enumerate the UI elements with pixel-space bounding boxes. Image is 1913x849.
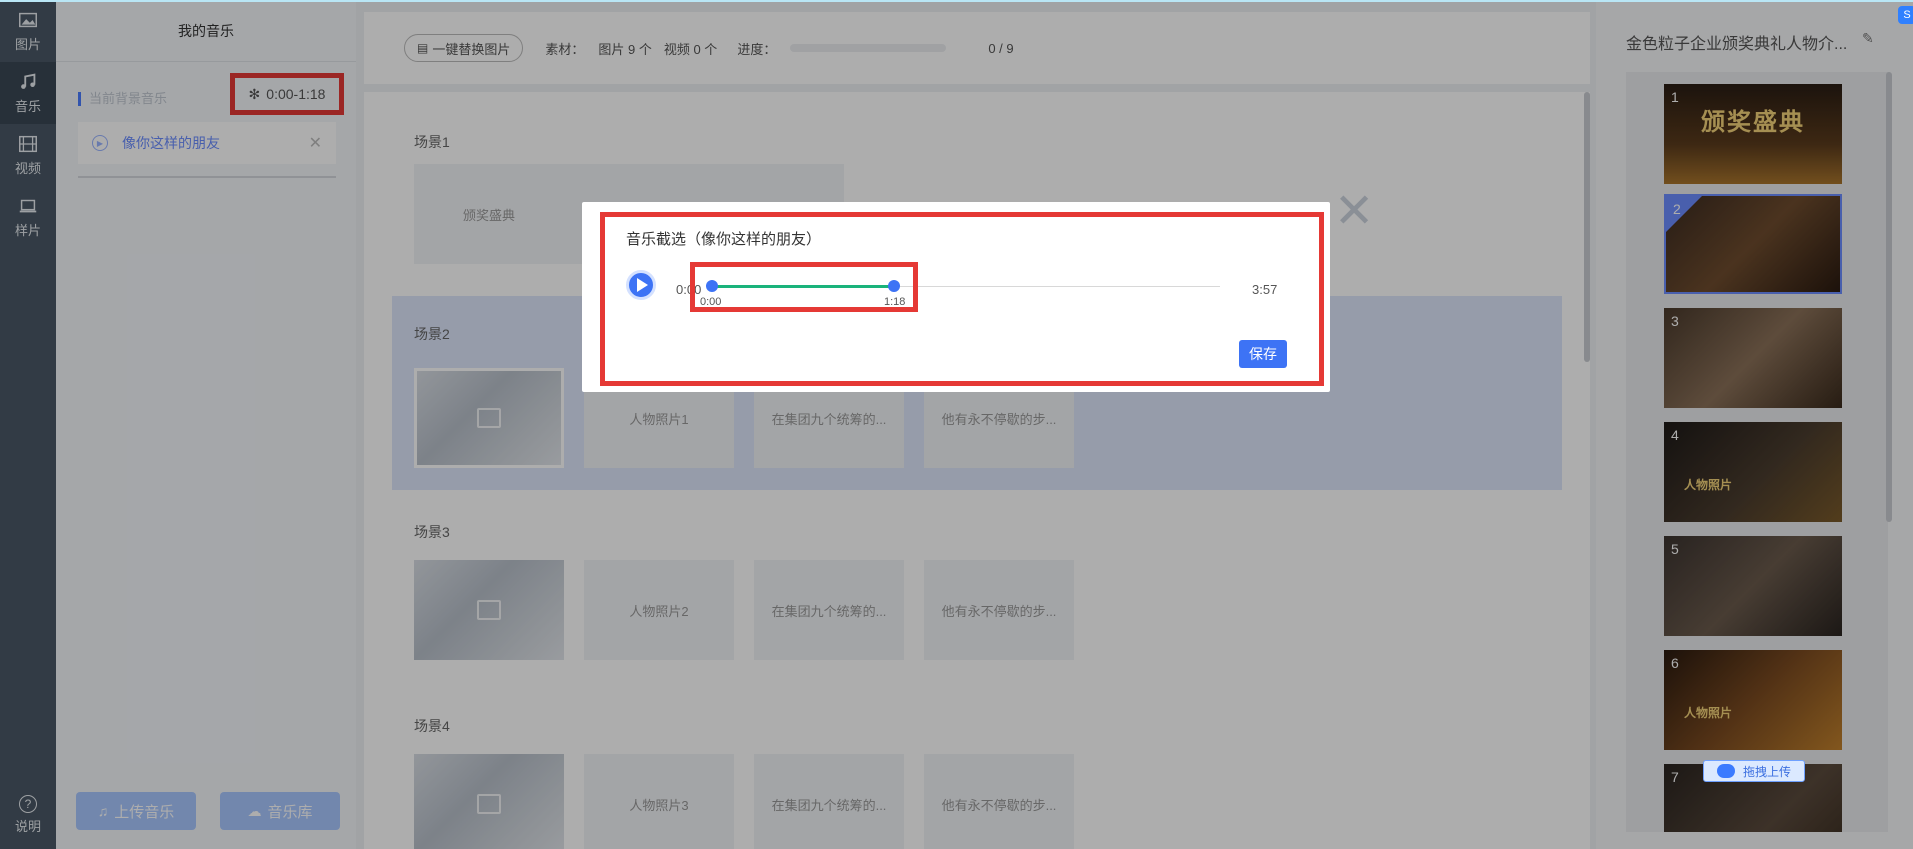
range-end-label: 1:18 bbox=[884, 296, 906, 308]
top-accent-line bbox=[0, 0, 1913, 2]
range-start-label: 0:00 bbox=[700, 296, 722, 308]
drag-upload-label: 拖拽上传 bbox=[1742, 764, 1791, 779]
drag-upload-button[interactable]: 拖拽上传 bbox=[1703, 760, 1805, 782]
cloud-upload-icon bbox=[1716, 764, 1735, 778]
save-button[interactable]: 保存 bbox=[1239, 340, 1287, 368]
close-icon[interactable]: ✕ bbox=[1334, 188, 1374, 236]
selected-range bbox=[712, 285, 894, 288]
range-start-handle[interactable] bbox=[706, 280, 718, 292]
play-button[interactable] bbox=[626, 270, 656, 300]
dialog-title: 音乐截选（像你这样的朋友） bbox=[626, 231, 822, 248]
music-clip-dialog: 音乐截选（像你这样的朋友） 0:00 0:00 1:18 3:57 保存 bbox=[582, 202, 1330, 392]
modal-backdrop bbox=[0, 0, 1913, 849]
track-end-time: 3:57 bbox=[1252, 282, 1278, 297]
track-start-time: 0:00 bbox=[676, 282, 702, 297]
range-end-handle[interactable] bbox=[888, 280, 900, 292]
app-badge-icon[interactable]: S bbox=[1898, 6, 1913, 24]
